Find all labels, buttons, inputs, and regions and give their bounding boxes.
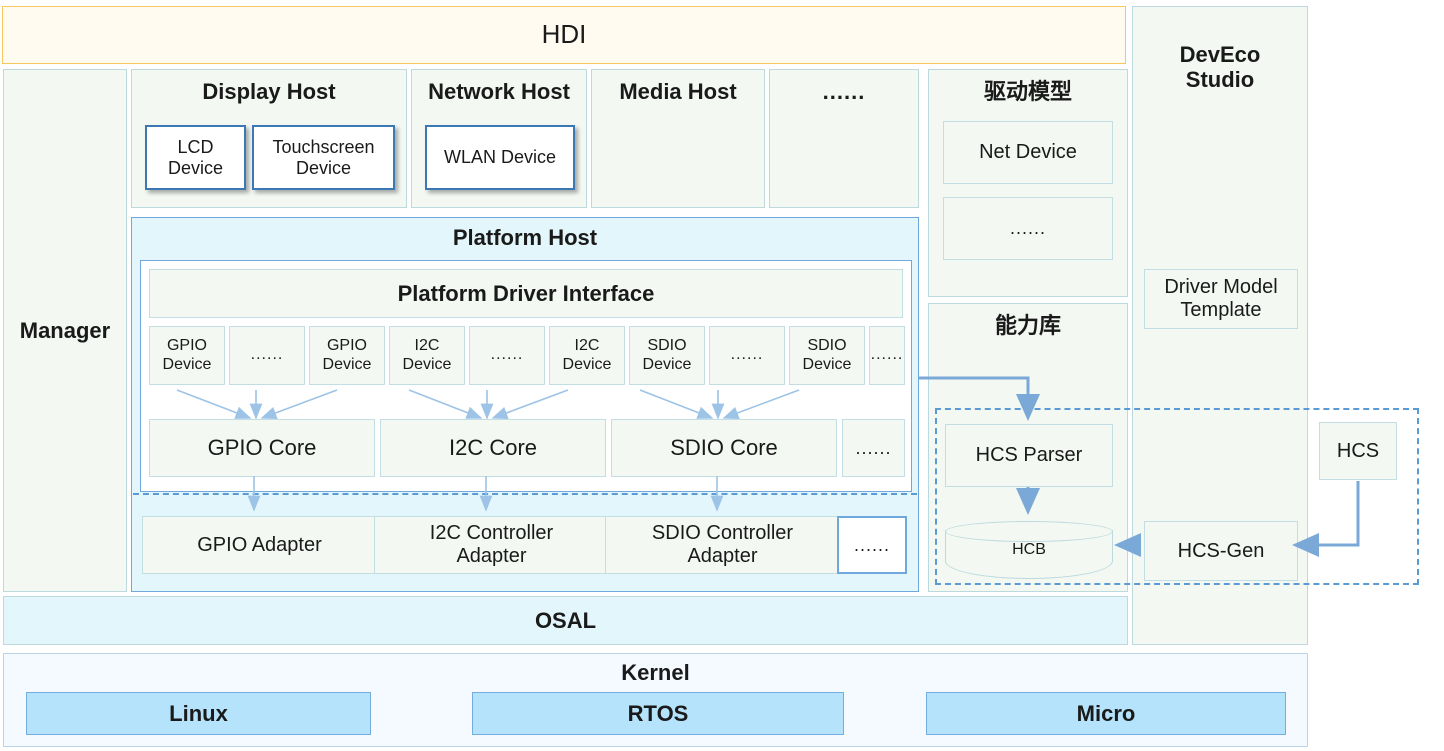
hdi-adapter-dashed-separator (133, 493, 917, 495)
platform-device-i2c-1[interactable]: I2C Device (389, 326, 465, 385)
adapter-ellipsis: ...... (837, 516, 907, 574)
manager-label: Manager (19, 317, 111, 343)
network-host-title: Network Host (428, 79, 570, 105)
core-ellipsis: ...... (842, 419, 905, 477)
network-host-panel: Network Host WLAN Device (411, 69, 587, 208)
kernel-panel: Kernel Linux RTOS Micro (3, 653, 1308, 747)
platform-device-i2c-2[interactable]: I2C Device (549, 326, 625, 385)
driver-model-template-box[interactable]: Driver Model Template (1144, 269, 1298, 329)
hdi-label: HDI (541, 19, 587, 50)
architecture-diagram: HDI Manager Display Host LCD Device Touc… (0, 0, 1444, 751)
lcd-device-card[interactable]: LCD Device (145, 125, 246, 190)
driver-model-title: 驱动模型 (983, 79, 1072, 105)
platform-device-ellipsis-3: ...... (709, 326, 785, 385)
gpio-adapter[interactable]: GPIO Adapter (142, 516, 377, 574)
sdio-core[interactable]: SDIO Core (611, 419, 837, 477)
manager-panel: Manager (3, 69, 127, 592)
platform-device-ellipsis-4: ...... (869, 326, 905, 385)
osal-band: OSAL (3, 596, 1128, 645)
platform-device-gpio-2[interactable]: GPIO Device (309, 326, 385, 385)
driver-model-panel: 驱动模型 Net Device ...... (928, 69, 1128, 297)
more-host-panel: ...... (769, 69, 919, 208)
i2c-controller-adapter[interactable]: I2C Controller Adapter (374, 516, 609, 574)
platform-device-ellipsis-1: ...... (229, 326, 305, 385)
platform-device-ellipsis-2: ...... (469, 326, 545, 385)
osal-label: OSAL (534, 607, 597, 633)
more-host-title: ...... (822, 79, 866, 105)
platform-driver-interface: Platform Driver Interface (149, 269, 903, 318)
driver-model-ellipsis: ...... (943, 197, 1113, 260)
platform-device-sdio-2[interactable]: SDIO Device (789, 326, 865, 385)
i2c-core[interactable]: I2C Core (380, 419, 606, 477)
media-host-panel: Media Host (591, 69, 765, 208)
kernel-chip-micro[interactable]: Micro (926, 692, 1286, 735)
platform-host-title: Platform Host (452, 225, 598, 251)
platform-device-gpio-1[interactable]: GPIO Device (149, 326, 225, 385)
hdi-band: HDI (2, 6, 1126, 64)
sdio-controller-adapter[interactable]: SDIO Controller Adapter (605, 516, 840, 574)
platform-host-panel: Platform Host Platform Driver Interface … (131, 217, 919, 592)
media-host-title: Media Host (619, 79, 737, 105)
net-device-box[interactable]: Net Device (943, 121, 1113, 184)
kernel-chip-linux[interactable]: Linux (26, 692, 371, 735)
wlan-device-card[interactable]: WLAN Device (425, 125, 575, 190)
platform-host-inner: Platform Driver Interface GPIO Device ..… (140, 260, 912, 492)
hcs-flow-dashed-region (935, 408, 1419, 585)
capability-library-title: 能力库 (994, 313, 1061, 339)
touchscreen-device-card[interactable]: Touchscreen Device (252, 125, 395, 190)
display-host-panel: Display Host LCD Device Touchscreen Devi… (131, 69, 407, 208)
display-host-title: Display Host (202, 79, 336, 105)
kernel-title: Kernel (621, 660, 690, 686)
kernel-chip-rtos[interactable]: RTOS (472, 692, 844, 735)
deveco-studio-title: DevEco Studio (1179, 41, 1261, 92)
platform-device-sdio-1[interactable]: SDIO Device (629, 326, 705, 385)
gpio-core[interactable]: GPIO Core (149, 419, 375, 477)
